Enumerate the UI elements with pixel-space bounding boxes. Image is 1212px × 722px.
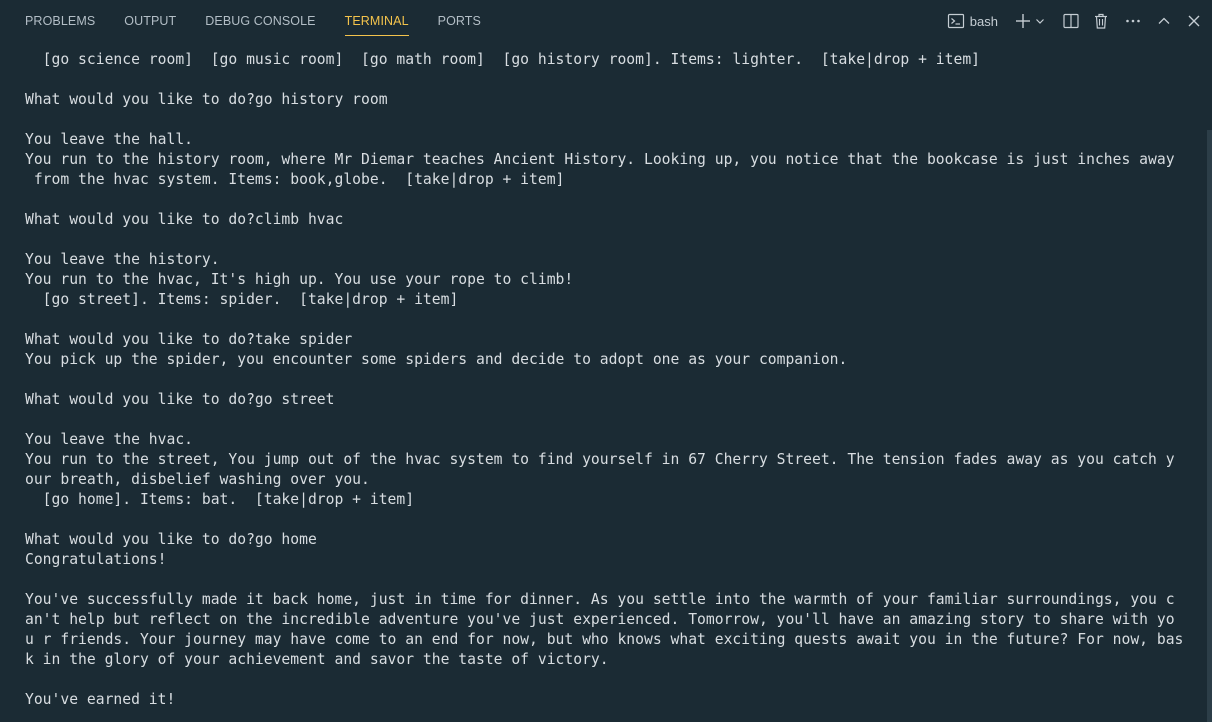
terminal-line: [go street]. Items: spider. [take|drop +…	[25, 291, 459, 308]
terminal-line: from the hvac system. Items: book,globe.…	[25, 171, 565, 188]
terminal-line: u r friends. Your journey may have come …	[25, 631, 1184, 648]
tab-debug-console[interactable]: DEBUG CONSOLE	[205, 0, 315, 42]
terminal-line: You run to the street, You jump out of t…	[25, 451, 1175, 468]
tab-ports[interactable]: PORTS	[438, 0, 481, 42]
panel-tabs: PROBLEMS OUTPUT DEBUG CONSOLE TERMINAL P…	[25, 0, 510, 42]
terminal-line: What would you like to do?go home	[25, 531, 317, 548]
terminal-line: You leave the hvac.	[25, 431, 194, 448]
terminal-line: You leave the history.	[25, 251, 220, 268]
plus-icon	[1014, 12, 1032, 30]
new-terminal-button[interactable]	[1014, 9, 1032, 33]
terminal-line: Congratulations!	[25, 551, 167, 568]
terminal-scrollbar[interactable]	[1207, 130, 1212, 722]
panel-tab-bar: PROBLEMS OUTPUT DEBUG CONSOLE TERMINAL P…	[0, 0, 1212, 42]
chevron-up-icon	[1156, 13, 1172, 29]
tab-terminal[interactable]: TERMINAL	[344, 0, 409, 42]
close-icon	[1186, 13, 1202, 29]
more-icon	[1124, 12, 1142, 30]
terminal-output[interactable]: [go science room] [go music room] [go ma…	[25, 50, 1200, 722]
terminal-line: [go home]. Items: bat. [take|drop + item…	[25, 491, 415, 508]
shell-name: bash	[969, 13, 998, 29]
terminal-line: You've successfully made it back home, j…	[25, 591, 1175, 608]
terminal-icon	[947, 12, 965, 30]
split-terminal-button[interactable]	[1062, 9, 1080, 33]
trash-icon	[1092, 12, 1110, 30]
terminal-line: an't help but reflect on the incredible …	[25, 611, 1175, 628]
terminal-line: What would you like to do?climb hvac	[25, 211, 344, 228]
terminal-line: k in the glory of your achievement and s…	[25, 651, 609, 668]
chevron-down-icon	[1034, 15, 1046, 27]
panel-actions: bash	[937, 0, 1202, 42]
close-panel-button[interactable]	[1186, 9, 1202, 33]
terminal-line: You've earned it!	[25, 691, 176, 708]
terminal-panel: PROBLEMS OUTPUT DEBUG CONSOLE TERMINAL P…	[0, 0, 1212, 722]
maximize-panel-button[interactable]	[1156, 9, 1172, 33]
terminal-line: our breath, disbelief washing over you.	[25, 471, 370, 488]
more-actions-button[interactable]	[1124, 9, 1142, 33]
terminal-line: What would you like to do?go street	[25, 391, 335, 408]
tab-problems[interactable]: PROBLEMS	[25, 0, 95, 42]
terminal-line: You leave the hall.	[25, 131, 194, 148]
terminal-line: What would you like to do?go history roo…	[25, 91, 388, 108]
terminal-line: You run to the hvac, It's high up. You u…	[25, 271, 574, 288]
terminal-line: You run to the history room, where Mr Di…	[25, 151, 1175, 168]
kill-terminal-button[interactable]	[1092, 9, 1110, 33]
launch-profile-button[interactable]	[1034, 9, 1046, 33]
split-icon	[1062, 12, 1080, 30]
terminal-line: You pick up the spider, you encounter so…	[25, 351, 848, 368]
tab-output[interactable]: OUTPUT	[124, 0, 176, 42]
terminal-line: What would you like to do?take spider	[25, 331, 353, 348]
terminal-line: [go science room] [go music room] [go ma…	[25, 51, 981, 68]
terminal-selector-button[interactable]: bash	[947, 9, 998, 33]
